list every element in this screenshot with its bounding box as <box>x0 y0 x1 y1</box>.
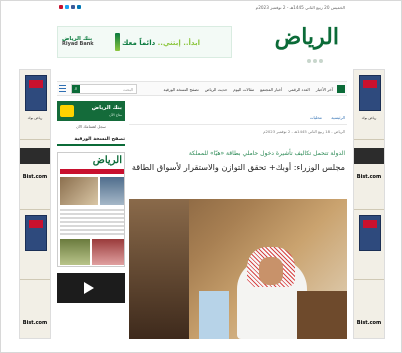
nav-item-community[interactable]: أخبار المجتمع <box>260 87 282 92</box>
bank-logo-icon <box>115 33 120 51</box>
menu-icon[interactable] <box>59 85 66 92</box>
side-ad-footer: Bist.com <box>20 280 50 338</box>
slogan-part-b: دائماً معك <box>122 39 156 47</box>
riyad-bank-banner[interactable]: بنك الرياض Riyad Bank ابدأ.. إبتني.. دائ… <box>57 26 232 58</box>
sidebar-ad-line: متاح الآن <box>109 113 122 117</box>
side-ad-dark-band <box>20 148 50 164</box>
sidebar: بنك الرياض متاح الآن سجل اهتمامك الآن تص… <box>57 101 125 303</box>
side-ad-brand: Bist.com <box>22 174 48 180</box>
breadcrumb-home[interactable]: الرئيسية <box>331 115 345 120</box>
current-date: الخميس 20 ربيع الثاني 1445هـ - 2 نوفمبر … <box>255 4 345 10</box>
side-ad-mid: Bist.com <box>20 140 50 210</box>
side-ad-brand: Bist.com <box>356 320 382 326</box>
article-meta: الرياض - 18 ربيع الثاني 1445هـ - 2 نوفمب… <box>263 129 345 134</box>
side-ad-caption: رياض بوك <box>361 116 377 120</box>
left-side-ad[interactable]: رياض بوك Bist.com Bist.com <box>19 69 51 339</box>
site-header: بنك الرياض Riyad Bank ابدأ.. إبتني.. دائ… <box>57 21 347 69</box>
article-photo <box>129 199 347 339</box>
side-ad-book: رياض بوك <box>20 70 50 140</box>
side-ad-mid: Bist.com <box>354 140 384 210</box>
nav-item-articles[interactable]: مقالات اليوم <box>233 87 254 92</box>
nav-item-latest[interactable]: آخر الأخبار <box>316 87 333 92</box>
main-nav: آخر الأخبار العدد الرقمي أخبار المجتمع م… <box>57 81 347 96</box>
twitter-icon[interactable] <box>65 5 69 9</box>
print-edition-heading: تصفح النسخة الورقية <box>57 137 125 146</box>
slogan-part-a: ابدأ.. إبتني.. <box>157 39 200 47</box>
side-ad-book-2 <box>20 210 50 280</box>
article-subtitle: الدولة تتحمل تكاليف تأشيرة دخول حاملي بط… <box>188 150 345 157</box>
side-ad-brand: Bist.com <box>22 320 48 326</box>
side-ad-book: رياض بوك <box>354 70 384 140</box>
side-ad-dark-band <box>354 148 384 164</box>
social-links <box>59 5 81 9</box>
breadcrumb-section[interactable]: محليات <box>310 115 322 120</box>
site-logo[interactable]: الرياض <box>275 24 339 50</box>
paper-masthead: الرياض <box>92 155 122 166</box>
nav-item-digital[interactable]: العدد الرقمي <box>288 87 310 92</box>
linkedin-icon[interactable] <box>77 5 81 9</box>
side-ad-caption: رياض بوك <box>27 116 43 120</box>
article-header: الرياض - 18 ربيع الثاني 1445هـ - 2 نوفمب… <box>129 129 347 173</box>
bank-name-en: Riyad Bank <box>62 41 94 48</box>
nav-menu: آخر الأخبار العدد الرقمي أخبار المجتمع م… <box>164 82 333 96</box>
search-placeholder: البحث <box>122 87 133 92</box>
book-cover-image <box>25 75 47 111</box>
book-cover-image <box>25 215 47 251</box>
sidebar-ad-title: بنك الرياض <box>91 105 122 111</box>
nav-item-print[interactable]: تصفح النسخة الورقية <box>164 87 199 92</box>
youtube-icon[interactable] <box>59 5 63 9</box>
video-thumbnail[interactable] <box>57 273 125 303</box>
book-cover-image <box>359 215 381 251</box>
home-icon[interactable] <box>337 85 345 93</box>
book-cover-image <box>359 75 381 111</box>
side-ad-footer: Bist.com <box>354 280 384 338</box>
article-title: مجلس الوزراء: أوبك+ تحقق التوازن والاستق… <box>131 162 345 172</box>
play-icon[interactable] <box>84 282 94 294</box>
search-icon[interactable]: ⌕ <box>72 85 80 93</box>
browser-page: الخميس 20 ربيع الثاني 1445هـ - 2 نوفمبر … <box>0 0 402 353</box>
side-ad-brand: Bist.com <box>356 174 382 180</box>
print-edition-thumbnail[interactable]: الرياض <box>57 152 125 267</box>
breadcrumb: الرئيسية محليات <box>129 115 347 125</box>
sidebar-ad-caption[interactable]: سجل اهتمامك الآن <box>57 124 125 129</box>
search-input[interactable]: ⌕ البحث <box>71 84 137 94</box>
bank-name: بنك الرياض Riyad Bank <box>62 36 94 48</box>
facebook-icon[interactable] <box>71 5 75 9</box>
ad-logo-icon <box>60 105 74 117</box>
nav-item-hadith[interactable]: حديث الرياض <box>205 87 228 92</box>
sidebar-ad[interactable]: بنك الرياض متاح الآن <box>57 101 125 121</box>
top-bar: الخميس 20 ربيع الثاني 1445هـ - 2 نوفمبر … <box>57 1 347 13</box>
logo-dots <box>307 59 323 63</box>
right-side-ad[interactable]: رياض بوك Bist.com Bist.com <box>353 69 385 339</box>
side-ad-book-2 <box>354 210 384 280</box>
banner-slogan: ابدأ.. إبتني.. دائماً معك <box>122 39 200 47</box>
